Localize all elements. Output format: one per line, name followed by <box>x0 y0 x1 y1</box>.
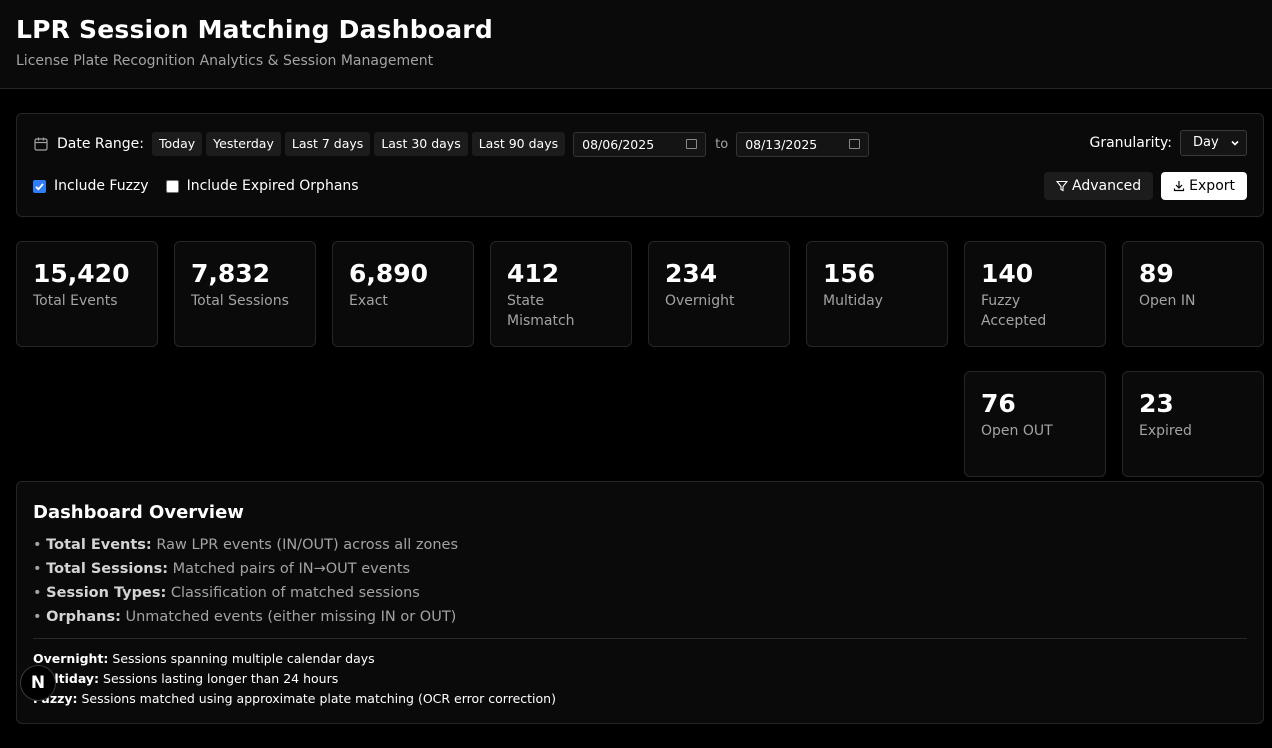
calendar-icon <box>34 137 48 151</box>
filters-panel: Date Range: Today Yesterday Last 7 days … <box>16 113 1264 217</box>
stat-label: Exact <box>349 293 388 309</box>
overview-term: Total Events: <box>46 537 152 553</box>
filter-icon <box>1056 180 1069 192</box>
note-item: Multiday: Sessions lasting longer than 2… <box>33 669 556 689</box>
toggles-row: Include Fuzzy Include Expired Orphans <box>33 178 376 194</box>
stat-value: 76 <box>981 389 1016 418</box>
note-item: Fuzzy: Sessions matched using approximat… <box>33 689 556 709</box>
dev-tools-badge[interactable]: N <box>20 665 56 701</box>
stat-value: 15,420 <box>33 259 130 288</box>
export-button[interactable]: Export <box>1161 172 1247 200</box>
stat-value: 7,832 <box>191 259 271 288</box>
stat-card-multiday: 156 Multiday <box>806 241 948 347</box>
stat-value: 156 <box>823 259 876 288</box>
overview-term: Session Types: <box>46 585 167 601</box>
overview-list: • Total Events: Raw LPR events (IN/OUT) … <box>33 533 458 629</box>
stat-card-state-mismatch: 412 State Mismatch <box>490 241 632 347</box>
stat-value: 23 <box>1139 389 1174 418</box>
list-item: • Orphans: Unmatched events (either miss… <box>33 609 457 625</box>
stat-label: Fuzzy Accepted <box>981 293 1047 329</box>
advanced-label: Advanced <box>1072 178 1142 194</box>
preset-last-30-days-button[interactable]: Last 30 days <box>374 132 468 156</box>
page-subtitle: License Plate Recognition Analytics & Se… <box>16 53 434 69</box>
stat-card-open-in: 89 Open IN <box>1122 241 1264 347</box>
note-desc: Sessions lasting longer than 24 hours <box>103 671 339 686</box>
start-date-input[interactable]: 08/06/2025 <box>573 131 707 157</box>
date-range-label: Date Range: <box>57 136 145 152</box>
include-fuzzy-checkbox[interactable] <box>33 179 46 193</box>
date-picker-icon[interactable] <box>686 139 698 149</box>
divider <box>33 638 1247 639</box>
include-fuzzy-label[interactable]: Include Fuzzy <box>54 178 149 194</box>
preset-last-7-days-button[interactable]: Last 7 days <box>284 132 371 156</box>
list-item: • Total Events: Raw LPR events (IN/OUT) … <box>33 537 459 553</box>
date-range-row: Date Range: Today Yesterday Last 7 days … <box>33 131 870 157</box>
start-date-value: 08/06/2025 <box>582 136 655 152</box>
stat-label: Overnight <box>665 293 735 309</box>
page-header: LPR Session Matching Dashboard License P… <box>0 0 1272 89</box>
stat-card-fuzzy-accepted: 140 Fuzzy Accepted <box>964 241 1106 347</box>
stat-card-exact: 6,890 Exact <box>332 241 474 347</box>
preset-yesterday-button[interactable]: Yesterday <box>206 132 281 156</box>
granularity-value: Day <box>1193 135 1219 150</box>
stat-label: Expired <box>1139 423 1192 439</box>
note-desc: Sessions spanning multiple calendar days <box>112 651 375 666</box>
stat-value: 412 <box>507 259 560 288</box>
stat-card-total-sessions: 7,832 Total Sessions <box>174 241 316 347</box>
overview-desc: Matched pairs of IN→OUT events <box>172 561 411 577</box>
stat-value: 234 <box>665 259 718 288</box>
page-title: LPR Session Matching Dashboard <box>16 15 493 44</box>
include-expired-orphans-label[interactable]: Include Expired Orphans <box>187 178 359 194</box>
stat-value: 6,890 <box>349 259 429 288</box>
check-icon <box>35 182 44 191</box>
stat-label: Total Sessions <box>191 293 289 309</box>
stat-card-expired: 23 Expired <box>1122 371 1264 477</box>
stat-value: 89 <box>1139 259 1174 288</box>
granularity-label: Granularity: <box>1089 135 1172 151</box>
include-expired-orphans-checkbox[interactable] <box>165 179 179 193</box>
export-label: Export <box>1189 178 1235 194</box>
download-icon <box>1174 181 1185 192</box>
note-term: Overnight: <box>33 651 109 666</box>
overview-title: Dashboard Overview <box>33 502 244 523</box>
list-item: • Session Types: Classification of match… <box>33 585 420 601</box>
stat-label: Multiday <box>823 293 883 309</box>
overview-notes: Overnight: Sessions spanning multiple ca… <box>33 649 556 709</box>
stat-value: 140 <box>981 259 1034 288</box>
stat-label: Open OUT <box>981 423 1053 439</box>
note-desc: Sessions matched using approximate plate… <box>81 691 556 706</box>
actions: Advanced Export <box>1044 172 1247 200</box>
stat-label: Total Events <box>33 293 118 309</box>
end-date-input[interactable]: 08/13/2025 <box>736 131 870 157</box>
stat-label: Open IN <box>1139 293 1196 309</box>
dashboard-overview: Dashboard Overview • Total Events: Raw L… <box>16 481 1264 724</box>
overview-desc: Classification of matched sessions <box>170 585 420 601</box>
advanced-button[interactable]: Advanced <box>1044 172 1154 200</box>
end-date-value: 08/13/2025 <box>745 136 818 152</box>
list-item: • Total Sessions: Matched pairs of IN→OU… <box>33 561 411 577</box>
to-label: to <box>715 136 729 152</box>
preset-today-button[interactable]: Today <box>152 132 203 156</box>
stat-card-total-events: 15,420 Total Events <box>16 241 158 347</box>
granularity-select[interactable]: Day <box>1180 130 1247 156</box>
chevron-down-icon <box>1231 140 1239 146</box>
overview-desc: Unmatched events (either missing IN or O… <box>125 609 457 625</box>
note-item: Overnight: Sessions spanning multiple ca… <box>33 649 556 669</box>
overview-term: Total Sessions: <box>46 561 169 577</box>
stat-card-overnight: 234 Overnight <box>648 241 790 347</box>
overview-term: Orphans: <box>46 609 121 625</box>
overview-desc: Raw LPR events (IN/OUT) across all zones <box>156 537 459 553</box>
date-picker-icon[interactable] <box>849 139 861 149</box>
granularity-control: Granularity: Day <box>1089 130 1247 156</box>
preset-last-90-days-button[interactable]: Last 90 days <box>471 132 566 156</box>
stat-label: State Mismatch <box>507 293 575 329</box>
stat-card-open-out: 76 Open OUT <box>964 371 1106 477</box>
